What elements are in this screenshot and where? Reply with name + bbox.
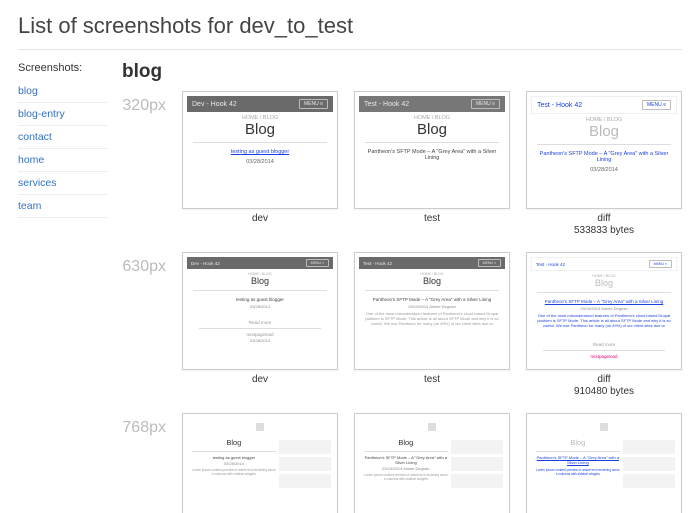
screenshot-thumb[interactable]: Blog Pantheon's SFTP Mode – A "Grey Area…: [526, 413, 682, 513]
screenshot-cell: Dev - Hook 42MENU ≡ HOME / BLOG Blog tes…: [182, 252, 338, 397]
sidebar-item-blog-entry[interactable]: blog-entry: [18, 103, 108, 126]
sidebar-item-contact[interactable]: contact: [18, 126, 108, 149]
section-title: blog: [122, 61, 700, 83]
screenshot-cell: Blog Pantheon's SFTP Mode – A "Grey Area…: [354, 413, 510, 513]
screenshot-thumb[interactable]: Test - Hook 42MENU ≡ HOME / BLOG Blog Pa…: [354, 252, 510, 370]
sidebar-item-blog[interactable]: blog: [18, 80, 108, 103]
resolution-label: 768px: [116, 413, 166, 437]
screenshot-label: test: [354, 374, 510, 385]
resolution-label: 320px: [116, 91, 166, 115]
screenshot-bytes: 533833 bytes: [526, 225, 682, 236]
screenshot-cell: Blog testing as guest blogger 03/28/2014…: [182, 413, 338, 513]
sidebar-item-team[interactable]: team: [18, 195, 108, 218]
screenshot-bytes: 910480 bytes: [526, 386, 682, 397]
screenshot-label: diff: [526, 374, 682, 385]
screenshot-thumb[interactable]: Blog testing as guest blogger 03/28/2014…: [182, 413, 338, 513]
screenshot-thumb[interactable]: Blog Pantheon's SFTP Mode – A "Grey Area…: [354, 413, 510, 513]
sidebar-item-services[interactable]: services: [18, 172, 108, 195]
screenshot-cell: Dev - Hook 42MENU ≡ HOME / BLOG Blog tes…: [182, 91, 338, 236]
sidebar-item-home[interactable]: home: [18, 149, 108, 172]
screenshot-label: dev: [182, 213, 338, 224]
screenshot-thumb[interactable]: Dev - Hook 42MENU ≡ HOME / BLOG Blog tes…: [182, 252, 338, 370]
screenshot-cell: Test - Hook 42MENU ≡ HOME / BLOG Blog Pa…: [354, 252, 510, 397]
resolution-row: 768px Blog testing as guest blogger 03/2…: [116, 413, 700, 513]
screenshot-thumb[interactable]: Test - Hook 42MENU ≡ HOME / BLOG Blog Pa…: [526, 91, 682, 209]
screenshot-cell: Blog Pantheon's SFTP Mode – A "Grey Area…: [526, 413, 682, 513]
screenshot-cell: Test - Hook 42MENU ≡ HOME / BLOG Blog Pa…: [354, 91, 510, 236]
main-content: blog 320px Dev - Hook 42MENU ≡ HOME / BL…: [108, 58, 700, 513]
screenshot-label: diff: [526, 213, 682, 224]
page-title: List of screenshots for dev_to_test: [0, 0, 700, 49]
sidebar: Screenshots: blog blog-entry contact hom…: [18, 58, 108, 513]
screenshot-cell: Test - Hook 42MENU ≡ HOME / BLOG Blog Pa…: [526, 252, 682, 397]
screenshot-thumb[interactable]: Test - Hook 42MENU ≡ HOME / BLOG Blog Pa…: [354, 91, 510, 209]
screenshot-thumb[interactable]: Dev - Hook 42MENU ≡ HOME / BLOG Blog tes…: [182, 91, 338, 209]
resolution-row: 630px Dev - Hook 42MENU ≡ HOME / BLOG Bl…: [116, 252, 700, 397]
screenshot-label: test: [354, 213, 510, 224]
resolution-row: 320px Dev - Hook 42MENU ≡ HOME / BLOG Bl…: [116, 91, 700, 236]
screenshot-cell: Test - Hook 42MENU ≡ HOME / BLOG Blog Pa…: [526, 91, 682, 236]
divider: [18, 49, 682, 50]
screenshot-thumb[interactable]: Test - Hook 42MENU ≡ HOME / BLOG Blog Pa…: [526, 252, 682, 370]
sidebar-title: Screenshots:: [18, 62, 108, 74]
resolution-label: 630px: [116, 252, 166, 276]
screenshot-label: dev: [182, 374, 338, 385]
